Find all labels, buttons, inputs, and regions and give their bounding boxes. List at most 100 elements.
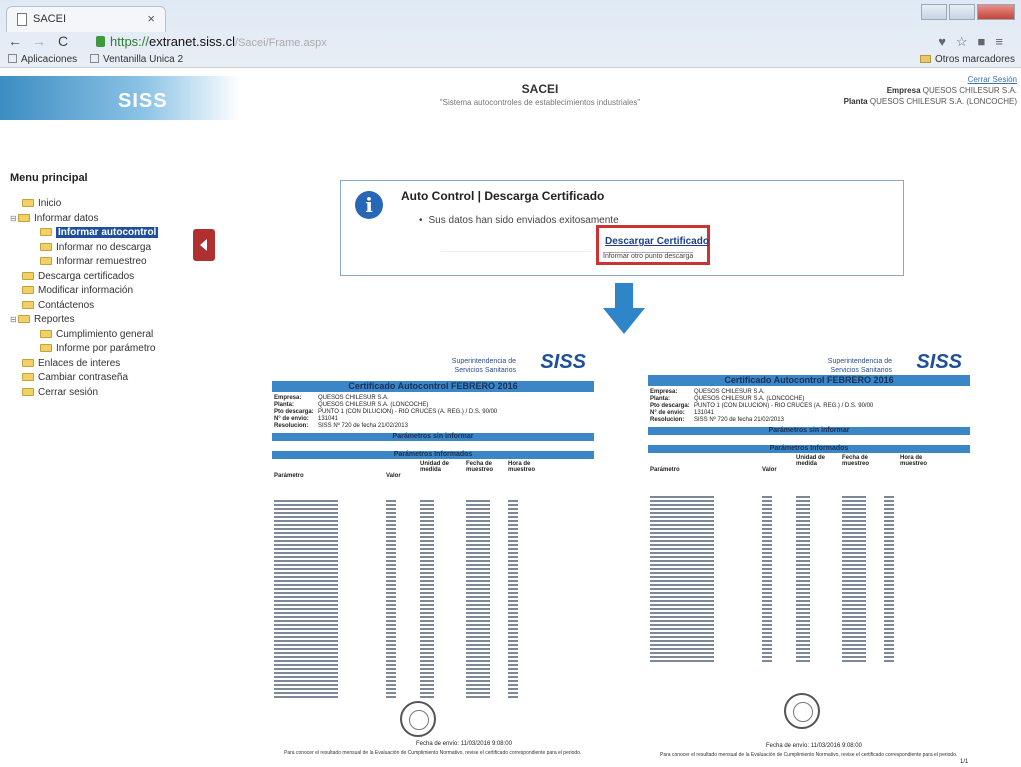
- illegible-text: [274, 660, 338, 662]
- siss-logo-band: SISS: [0, 76, 240, 120]
- illegible-text: [466, 692, 490, 694]
- illegible-text: [420, 528, 434, 530]
- toolbar-icons[interactable]: ♥☆■≡: [938, 34, 1013, 50]
- illegible-text: [466, 596, 490, 598]
- illegible-text: [274, 564, 338, 566]
- illegible-text: [842, 644, 866, 646]
- illegible-text: [274, 652, 338, 654]
- illegible-text: [466, 676, 490, 678]
- window-close-button[interactable]: [977, 4, 1015, 20]
- menu-item-informar-no-descarga[interactable]: Informar no descarga: [10, 242, 180, 257]
- menu-item-informe-por-parametro[interactable]: Informe por parámetro: [10, 343, 180, 358]
- illegible-text: [420, 608, 434, 610]
- illegible-text: [466, 560, 490, 562]
- bookmark-ventanilla[interactable]: Ventanilla Unica 2: [90, 54, 183, 65]
- illegible-text: [386, 688, 396, 690]
- menu-item-informar-datos[interactable]: ⊟ Informar datos: [10, 213, 180, 228]
- illegible-text: [884, 532, 894, 534]
- illegible-text: [386, 520, 396, 522]
- illegible-text: [274, 680, 338, 682]
- other-bookmarks[interactable]: Otros marcadores: [919, 54, 1015, 65]
- menu-item-informar-remuestreo[interactable]: Informar remuestreo: [10, 256, 180, 271]
- illegible-text: [420, 544, 434, 546]
- illegible-text: [466, 528, 490, 530]
- illegible-text: [466, 672, 490, 674]
- menu-item-informar-autocontrol[interactable]: Informar autocontrol: [10, 227, 180, 242]
- menu-item-descarga-certificados[interactable]: Descarga certificados: [10, 271, 180, 286]
- illegible-text: [842, 528, 866, 530]
- illegible-text: [762, 544, 772, 546]
- minimize-button[interactable]: [921, 4, 947, 20]
- illegible-text: [466, 548, 490, 550]
- illegible-text: [650, 580, 714, 582]
- illegible-text: [274, 524, 338, 526]
- illegible-text: [466, 660, 490, 662]
- browser-tab[interactable]: SACEI ×: [6, 6, 166, 32]
- forward-icon[interactable]: →: [32, 33, 46, 49]
- illegible-text: [508, 508, 518, 510]
- illegible-text: [650, 656, 714, 658]
- illegible-text: [650, 556, 714, 558]
- illegible-text: [386, 500, 396, 502]
- download-certificate-link[interactable]: Descargar Certificado: [605, 236, 709, 247]
- report-other-point-link[interactable]: Informar otro punto descarga: [603, 252, 694, 260]
- illegible-text: [386, 660, 396, 662]
- folder-icon: [40, 344, 52, 352]
- logout-link[interactable]: Cerrar Sesión: [968, 75, 1017, 84]
- menu-item-cambiar-contrasena[interactable]: Cambiar contraseña: [10, 372, 180, 387]
- parameters-reported-bar: Parámetros Informados: [272, 451, 594, 459]
- menu-item-enlaces-de-interes[interactable]: Enlaces de interes: [10, 358, 180, 373]
- illegible-text: [466, 644, 490, 646]
- illegible-text: [762, 652, 772, 654]
- illegible-text: [796, 612, 810, 614]
- illegible-text: [842, 500, 866, 502]
- illegible-text: [274, 528, 338, 530]
- illegible-text: [386, 516, 396, 518]
- illegible-text: [420, 624, 434, 626]
- illegible-text: [796, 600, 810, 602]
- illegible-text: [508, 692, 518, 694]
- menu-item-modificar-informacion[interactable]: Modificar información: [10, 285, 180, 300]
- folder-icon: [22, 271, 34, 280]
- illegible-text: [884, 604, 894, 606]
- illegible-text: [508, 568, 518, 570]
- illegible-text: [884, 588, 894, 590]
- illegible-text: [650, 512, 714, 514]
- illegible-text: [884, 516, 894, 518]
- folder-icon: [22, 199, 34, 207]
- illegible-text: [386, 568, 396, 570]
- reload-icon[interactable]: C: [58, 33, 68, 49]
- menu-item-cerrar-sesion[interactable]: Cerrar sesión: [10, 387, 180, 402]
- illegible-text: [884, 600, 894, 602]
- illegible-text: [466, 532, 490, 534]
- illegible-text: [796, 632, 810, 634]
- menu-item-inicio[interactable]: Inicio: [10, 198, 180, 213]
- address-bar[interactable]: https://extranet.siss.cl/Sacei/Frame.asp…: [96, 32, 926, 52]
- illegible-text: [762, 504, 772, 506]
- page-icon: [90, 54, 99, 63]
- illegible-text: [796, 604, 810, 606]
- back-icon[interactable]: ←: [8, 33, 22, 49]
- tree-toggle-icon[interactable]: ⊟: [10, 315, 18, 324]
- illegible-text: [386, 540, 396, 542]
- illegible-text: [650, 552, 714, 554]
- send-date: Fecha de envío: 11/03/2016 9:08:00: [416, 741, 512, 747]
- tree-toggle-icon[interactable]: ⊟: [10, 214, 18, 223]
- menu-item-reportes[interactable]: ⊟ Reportes: [10, 314, 180, 329]
- menu-item-contactenos[interactable]: Contáctenos: [10, 300, 180, 315]
- app-subtitle: "Sistema autocontroles de establecimient…: [439, 98, 641, 107]
- bookmark-apps[interactable]: Aplicaciones: [8, 54, 77, 65]
- maximize-button[interactable]: [949, 4, 975, 20]
- illegible-text: [650, 528, 714, 530]
- collapse-menu-button[interactable]: [193, 229, 215, 261]
- illegible-text: [762, 588, 772, 590]
- tab-close-icon[interactable]: ×: [147, 11, 155, 26]
- menu-item-cumplimiento-general[interactable]: Cumplimiento general: [10, 329, 180, 344]
- illegible-text: [884, 592, 894, 594]
- illegible-text: [842, 628, 866, 630]
- illegible-text: [650, 520, 714, 522]
- illegible-text: [420, 536, 434, 538]
- illegible-text: [466, 544, 490, 546]
- illegible-text: [508, 584, 518, 586]
- illegible-text: [508, 552, 518, 554]
